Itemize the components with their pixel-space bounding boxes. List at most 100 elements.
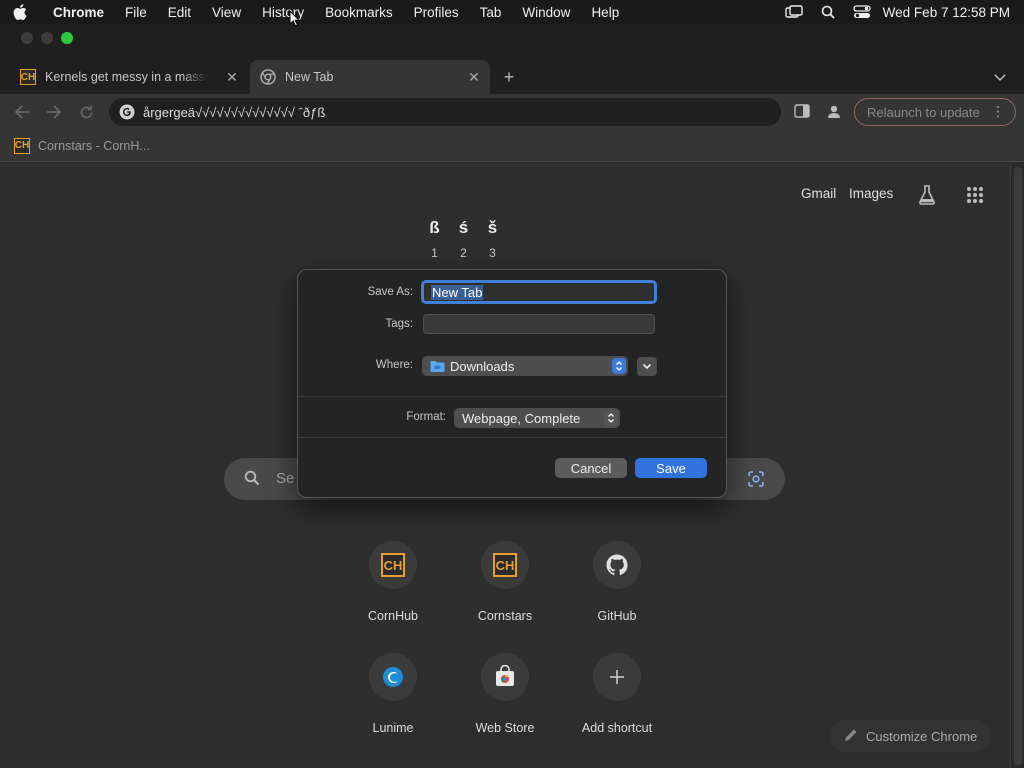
dialog-separator: [298, 396, 726, 397]
dialog-separator: [298, 437, 726, 438]
cancel-button[interactable]: Cancel: [555, 458, 627, 478]
screen-mirroring-icon[interactable]: [777, 5, 811, 19]
shortcut-add[interactable]: Add shortcut: [561, 649, 673, 749]
where-value: Downloads: [450, 358, 515, 374]
tags-label: Tags:: [385, 318, 414, 330]
cornhub-favicon-icon: CH: [14, 137, 30, 154]
side-panel-icon[interactable]: [794, 104, 812, 120]
close-window-button[interactable]: [21, 32, 33, 44]
tab-close-icon[interactable]: ✕: [224, 69, 240, 85]
format-label: Format:: [406, 411, 446, 423]
cornhub-favicon-icon: CH: [20, 69, 36, 85]
folder-icon: [430, 360, 445, 372]
menu-window[interactable]: Window: [522, 5, 570, 20]
popup-arrows-icon: [604, 410, 618, 426]
save-button[interactable]: Save: [635, 458, 707, 478]
logo-char: ß: [429, 218, 440, 237]
menu-bookmarks[interactable]: Bookmarks: [325, 5, 393, 20]
cornstars-favicon-icon: CH: [493, 553, 517, 577]
logo-num: 1: [431, 246, 438, 260]
tab-search-chevron-down-icon[interactable]: [993, 70, 1011, 84]
window-titlebar: [0, 24, 1024, 60]
scrollbar-thumb[interactable]: [1014, 167, 1022, 765]
save-as-field[interactable]: New Tab: [421, 280, 657, 304]
tab-strip: CH Kernels get messy in a mass p ✕ New T…: [0, 60, 1024, 94]
images-link[interactable]: Images: [849, 186, 893, 201]
where-label: Where:: [375, 359, 413, 371]
save-as-label: Save As:: [367, 286, 413, 298]
shortcut-github[interactable]: GitHub: [561, 537, 673, 637]
shortcut-label: Cornstars: [477, 609, 533, 623]
shortcut-lunime[interactable]: Lunime: [337, 649, 449, 749]
menu-clock[interactable]: Wed Feb 7 12:58 PM: [883, 5, 1010, 20]
logo-char: š: [487, 218, 498, 237]
labs-flask-icon[interactable]: [917, 184, 937, 206]
tags-field[interactable]: [423, 314, 655, 334]
where-popup[interactable]: Downloads: [422, 356, 628, 376]
google-lens-icon[interactable]: [747, 470, 765, 493]
shortcut-label: Add shortcut: [581, 721, 653, 735]
pencil-icon: [844, 728, 858, 745]
profile-avatar-icon[interactable]: [826, 104, 844, 120]
address-bar-text: årgergeä√√√√√√√√√√√√√√ ˆðƒß: [143, 104, 326, 120]
mouse-pointer-icon: [289, 9, 301, 28]
logo-char-1: ß 1: [420, 218, 449, 260]
save-as-value: New Tab: [431, 284, 484, 300]
bookmark-cornstars[interactable]: CH Cornstars - CornH...: [14, 137, 150, 154]
bookmark-label: Cornstars - CornH...: [38, 138, 150, 153]
plus-icon: [593, 653, 641, 701]
google-apps-grid-icon[interactable]: [966, 186, 984, 204]
minimize-window-button[interactable]: [41, 32, 53, 44]
format-popup[interactable]: Webpage, Complete: [454, 408, 620, 428]
shortcut-web-store[interactable]: Web Store: [449, 649, 561, 749]
back-arrow-icon[interactable]: [12, 102, 32, 122]
forward-arrow-icon[interactable]: [44, 102, 64, 122]
webstore-icon: [481, 653, 529, 701]
tab-new-tab[interactable]: New Tab ✕: [250, 60, 490, 94]
relaunch-to-update-button[interactable]: Relaunch to update ⋮: [854, 98, 1016, 126]
spotlight-search-icon[interactable]: [811, 5, 845, 19]
github-icon: [593, 541, 641, 589]
logo-num: 3: [489, 246, 496, 260]
apple-icon[interactable]: [0, 4, 40, 20]
shortcut-label: GitHub: [597, 609, 637, 623]
new-tab-plus-icon[interactable]: +: [500, 68, 518, 86]
tab-close-icon[interactable]: ✕: [466, 69, 482, 85]
menu-help[interactable]: Help: [591, 5, 619, 20]
shortcut-icon: CH: [481, 541, 529, 589]
page-scrollbar[interactable]: [1010, 163, 1024, 768]
chrome-icon: [260, 69, 276, 85]
cornhub-favicon-icon: CH: [381, 553, 405, 577]
control-center-icon[interactable]: [845, 5, 879, 19]
bookmarks-bar: CH Cornstars - CornH...: [0, 130, 1024, 162]
customize-chrome-button[interactable]: Customize Chrome: [830, 720, 990, 752]
shortcut-label: Lunime: [372, 721, 414, 735]
expand-chevron-down-icon[interactable]: [637, 357, 657, 376]
shortcut-label: CornHub: [367, 609, 419, 623]
menu-edit[interactable]: Edit: [168, 5, 191, 20]
search-placeholder: Se: [276, 470, 295, 487]
gmail-link[interactable]: Gmail: [801, 186, 836, 201]
save-dialog: Save As: New Tab Tags: Where: Downloads …: [297, 269, 727, 498]
logo-num: 2: [460, 246, 467, 260]
zoom-window-button[interactable]: [61, 32, 73, 44]
logo-char: ś: [458, 218, 469, 237]
logo-char-2: ś 2: [449, 218, 478, 260]
address-bar[interactable]: årgergeä√√√√√√√√√√√√√√ ˆðƒß: [109, 98, 781, 126]
menu-tab[interactable]: Tab: [480, 5, 502, 20]
reload-icon[interactable]: [76, 102, 96, 122]
shortcut-cornstars[interactable]: CH Cornstars: [449, 537, 561, 637]
more-vert-icon[interactable]: ⋮: [991, 103, 1005, 120]
shortcut-cornhub[interactable]: CH CornHub: [337, 537, 449, 637]
menu-view[interactable]: View: [212, 5, 241, 20]
menu-file[interactable]: File: [125, 5, 147, 20]
ntp-logo-characters: ß 1 ś 2 š 3: [420, 218, 507, 260]
tab-kernels[interactable]: CH Kernels get messy in a mass p ✕: [10, 60, 248, 94]
popup-arrows-icon: [612, 358, 626, 374]
menu-app-chrome[interactable]: Chrome: [53, 5, 104, 20]
relaunch-label: Relaunch to update: [867, 104, 980, 120]
search-icon: [244, 470, 260, 491]
menu-profiles[interactable]: Profiles: [414, 5, 459, 20]
format-value: Webpage, Complete: [462, 410, 581, 426]
lunime-icon: [369, 653, 417, 701]
